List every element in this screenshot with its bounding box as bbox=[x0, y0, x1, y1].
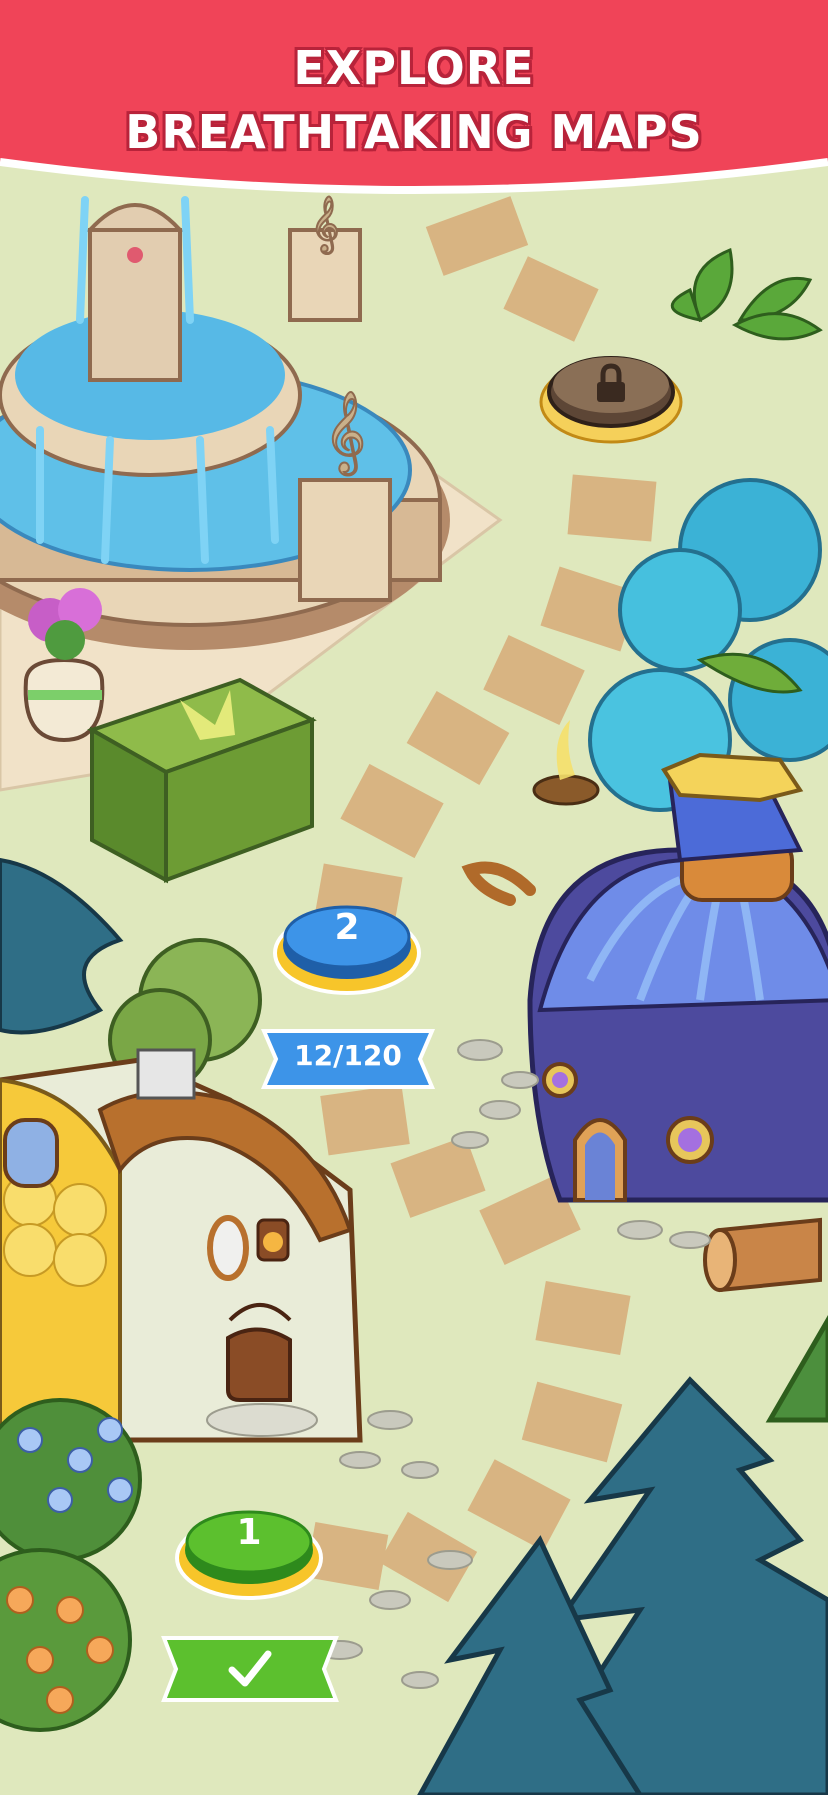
level-1-button[interactable]: 1 bbox=[174, 1500, 324, 1600]
fountain: 𝄞 𝄞 bbox=[0, 195, 450, 650]
banner-title: EXPLORE BREATHTAKING MAPS bbox=[0, 36, 828, 164]
checkmark-icon bbox=[228, 1650, 272, 1687]
dark-tree-left bbox=[0, 857, 262, 1092]
leaf-plant bbox=[670, 247, 823, 341]
game-map-screen: 𝄞 𝄞 EXPLORE BREATHTAKING MAPS 2 12/120 1 bbox=[0, 0, 828, 1795]
banner-title-line-2: BREATHTAKING MAPS bbox=[125, 105, 703, 159]
level-2-progress-ribbon: 12/120 bbox=[256, 1025, 440, 1093]
lock-icon bbox=[597, 363, 625, 402]
pine-trees bbox=[417, 1315, 828, 1795]
level-1-number: 1 bbox=[236, 1512, 262, 1553]
level-locked-button[interactable] bbox=[535, 330, 687, 450]
level-2-progress: 12/120 bbox=[294, 1039, 402, 1072]
flower-bushes bbox=[0, 1398, 142, 1732]
banner-title-line-1: EXPLORE bbox=[293, 41, 535, 95]
svg-text:𝄞: 𝄞 bbox=[324, 390, 365, 475]
level-2-button[interactable]: 2 bbox=[272, 895, 422, 995]
cottage bbox=[0, 1048, 363, 1443]
level-2-number: 2 bbox=[334, 907, 360, 948]
level-1-completed-ribbon bbox=[156, 1632, 344, 1706]
flower-pot bbox=[23, 588, 105, 743]
